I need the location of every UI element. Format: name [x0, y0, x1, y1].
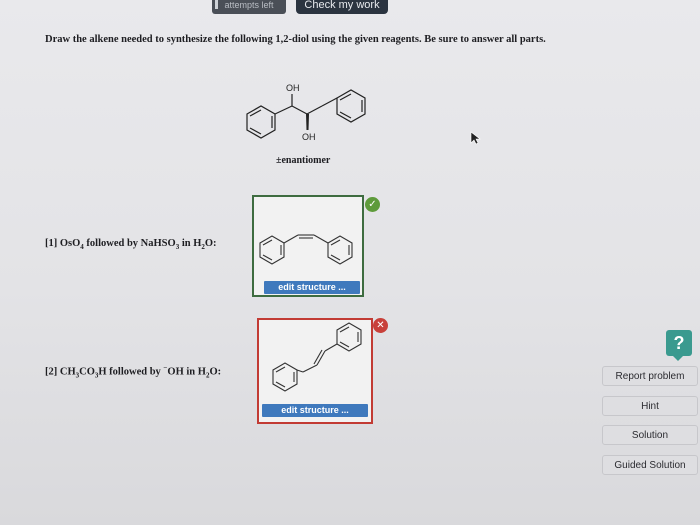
- diol-product-structure: OH OH: [246, 83, 366, 142]
- part-1-reagent-label: [1] OsO4 followed by NaHSO3 in H2O:: [45, 238, 217, 252]
- part-2-reagent-label: [2] CH3CO3H followed by −OH in H2O:: [45, 364, 222, 380]
- edit-structure-button-1[interactable]: edit structure ...: [264, 281, 360, 294]
- oh-bottom-wedge: [306, 114, 309, 130]
- attempts-marker: [215, 0, 218, 9]
- left-phenyl-ring: [246, 105, 276, 139]
- report-problem-button[interactable]: Report problem: [602, 366, 698, 386]
- chain-bond-2: [291, 105, 308, 115]
- chain-bond-1: [274, 105, 293, 115]
- attempts-left-label: attempts left: [212, 0, 286, 14]
- correct-check-icon: ✓: [365, 197, 380, 212]
- stilbene-structure-2: [272, 322, 362, 392]
- help-bubble-tail: [672, 355, 684, 361]
- guided-solution-button[interactable]: Guided Solution: [602, 455, 698, 475]
- oh-bottom-label: OH: [302, 132, 316, 142]
- question-instructions: Draw the alkene needed to synthesize the…: [45, 34, 546, 45]
- enantiomer-caption: ±enantiomer: [276, 155, 331, 166]
- help-button[interactable]: ?: [666, 330, 692, 356]
- edit-structure-button-2[interactable]: edit structure ...: [262, 404, 368, 417]
- check-my-work-button[interactable]: Check my work: [296, 0, 388, 14]
- mouse-cursor-icon: [470, 131, 481, 145]
- oh-top-label: OH: [286, 83, 300, 93]
- right-phenyl-ring: [336, 89, 366, 123]
- chain-bond-3: [306, 105, 323, 115]
- incorrect-x-icon: ✕: [373, 318, 388, 333]
- solution-button[interactable]: Solution: [602, 425, 698, 445]
- chain-bond-4: [321, 97, 338, 107]
- hint-button[interactable]: Hint: [602, 396, 698, 416]
